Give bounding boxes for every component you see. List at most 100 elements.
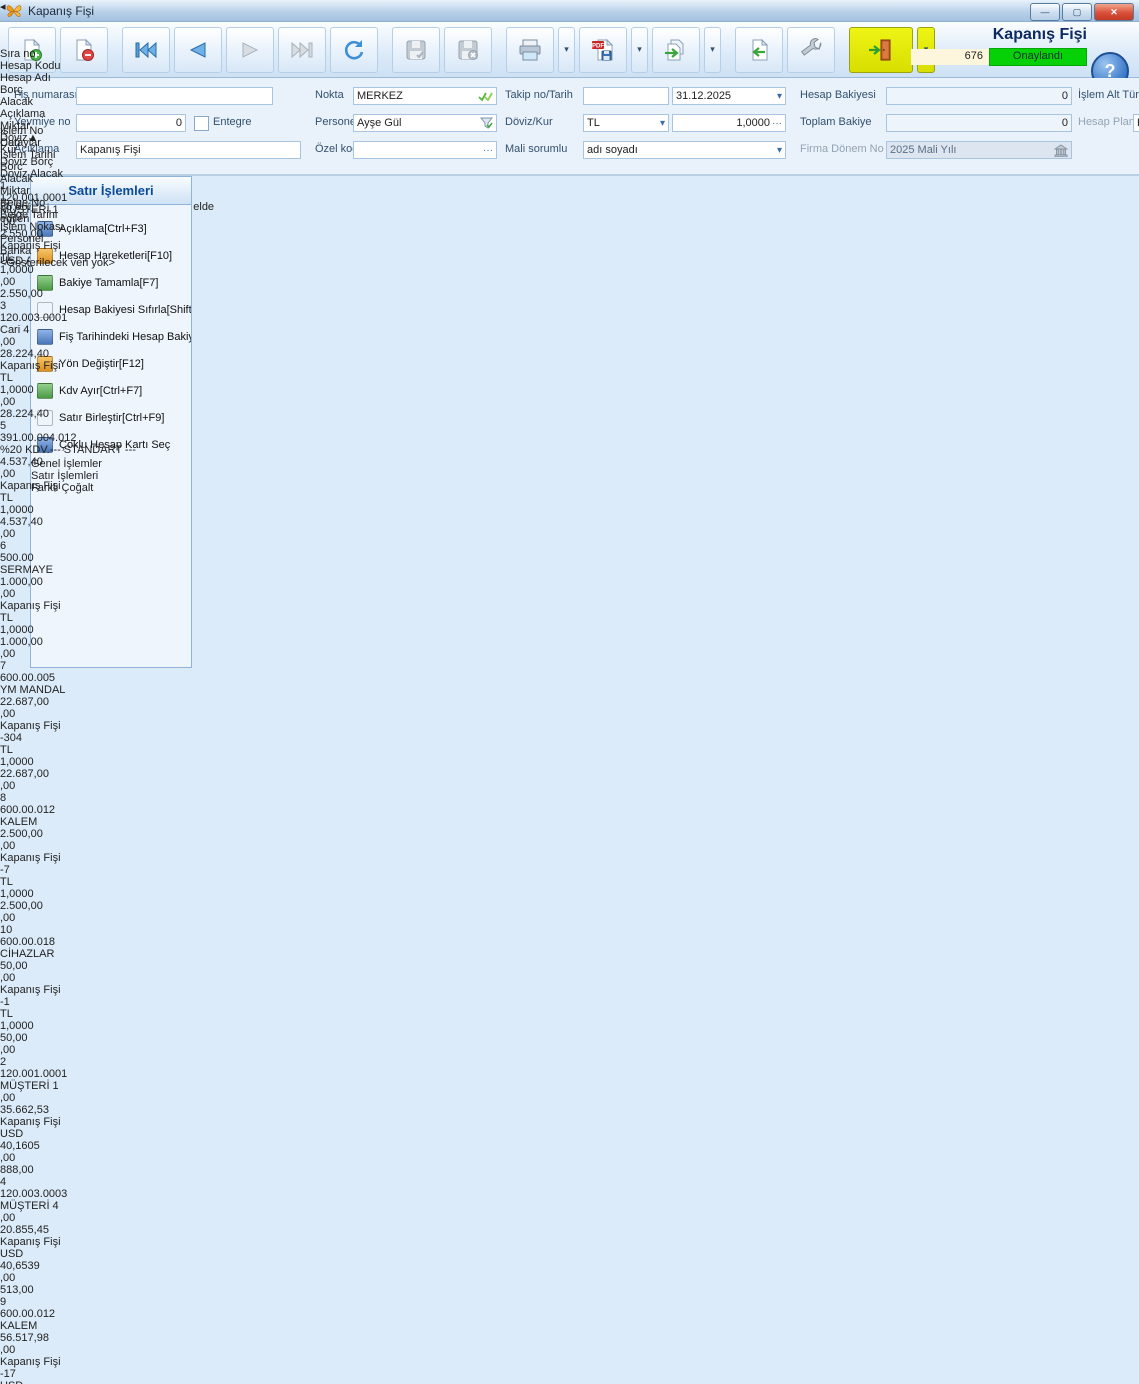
toolbar: ▾ PDF ▾ ▾ [0, 22, 1139, 78]
details-column-header[interactable]: Borc [0, 161, 115, 173]
cell: USD [0, 1248, 136, 1260]
cell: ,00 [0, 468, 136, 480]
cell: 20.855,45 [0, 1224, 136, 1236]
save-button[interactable] [392, 27, 440, 73]
details-column-header[interactable]: İşlem No [0, 125, 115, 137]
cell: TL [0, 876, 136, 888]
cell: 2.500,00 [0, 900, 136, 912]
previous-record-button[interactable] [174, 27, 222, 73]
table-row[interactable]: 9600.00.012KALEM56.517,98,00Kapanış Fişi… [0, 1296, 136, 1384]
chevron-down-icon[interactable]: ▾ [777, 145, 782, 156]
empty-data-text: <Gösterilecek veri yok> [0, 257, 115, 269]
cell: %20 KDV.--- STANDART --- [0, 444, 136, 456]
grid-column-header[interactable]: Hesap Kodu [0, 60, 136, 72]
table-row[interactable]: 4120.003.0003MÜŞTERİ 4,0020.855,45Kapanı… [0, 1176, 136, 1296]
minimize-button[interactable]: — [1030, 3, 1060, 21]
chevron-down-icon[interactable]: ▾ [660, 118, 665, 129]
cell: Kapanış Fişi [0, 852, 136, 864]
details-column-header[interactable]: Belge No [0, 197, 115, 209]
details-column-header[interactable]: İşlem Nokası [0, 221, 115, 233]
grid-column-header[interactable]: Hesap Adı [0, 72, 136, 84]
grid-column-header[interactable]: Sıra no [0, 48, 136, 60]
table-row[interactable]: 10600.00.018CİHAZLAR50,00,00Kapanış Fişi… [0, 924, 136, 1056]
maximize-button[interactable]: ▢ [1062, 3, 1092, 21]
close-button[interactable]: ✕ [1094, 3, 1134, 21]
chevron-down-icon[interactable]: ▾ [777, 91, 782, 102]
cell: 600.00.018 [0, 936, 136, 948]
personnel-picker-icon[interactable] [480, 117, 493, 129]
cell: 40,6539 [0, 1260, 136, 1272]
details-grid-body: <Gösterilecek veri yok> [0, 257, 115, 269]
cell: Kapanış Fişi [0, 1356, 136, 1368]
ellipsis-icon[interactable]: ··· [483, 145, 493, 156]
cell: Kapanış Fişi [0, 480, 136, 492]
cell: ,00 [0, 1044, 136, 1056]
takip-date-input[interactable]: 31.12.2025▾ [672, 87, 786, 105]
table-row[interactable]: 3120.003.0001Cari 4,0028.224,40Kapanış F… [0, 300, 136, 420]
takip-no-input[interactable] [583, 87, 669, 105]
hesap-plani-input[interactable]: H [1133, 114, 1139, 132]
last-record-button[interactable] [278, 27, 326, 73]
details-column-header[interactable]: Personel [0, 233, 115, 245]
ellipsis-icon[interactable]: ··· [772, 118, 782, 129]
mali-sorumlu-select[interactable]: adı soyadı▾ [583, 141, 786, 159]
save-close-button[interactable] [444, 27, 492, 73]
table-row[interactable]: 8600.00.012KALEM2.500,00,00Kapanış Fişi-… [0, 792, 136, 924]
print-button[interactable] [506, 27, 554, 73]
table-row[interactable]: 2120.001.0001MÜŞTERİ 1,0035.662,53Kapanı… [0, 1056, 136, 1176]
kur-input[interactable]: 1,0000··· [672, 114, 786, 132]
cell: ,00 [0, 912, 136, 924]
cell: KALEM [0, 1320, 136, 1332]
refresh-button[interactable] [330, 27, 378, 73]
pdf-dropdown-button[interactable]: ▾ [631, 27, 648, 73]
cell: TL [0, 492, 136, 504]
details-column-header[interactable]: Banka [0, 245, 115, 257]
details-column-header[interactable]: Miktar [0, 185, 115, 197]
table-row[interactable]: 7600.00.005YM MANDAL22.687,00,00Kapanış … [0, 660, 136, 792]
copy-dropdown-button[interactable]: ▾ [704, 27, 721, 73]
cell: SERMAYE [0, 564, 136, 576]
cell: -1 [0, 996, 136, 1008]
next-record-button[interactable] [226, 27, 274, 73]
chevron-down-icon: ▾ [564, 44, 569, 55]
details-grid: İşlem NoCariİşlem TarihiBorcAlacakMiktar… [0, 125, 115, 269]
splitter-collapse-icon[interactable]: ◂ [0, 0, 6, 13]
cell: 56.517,98 [0, 1332, 136, 1344]
doviz-select[interactable]: TL▾ [583, 114, 669, 132]
entegre-checkbox[interactable] [194, 116, 209, 131]
cell: ,00 [0, 708, 136, 720]
grid-column-header[interactable]: Borç [0, 84, 136, 96]
details-column-header[interactable]: İşlem Tarihi [0, 149, 115, 161]
cell: USD [0, 1128, 136, 1140]
ozel-kod-input[interactable]: ··· [353, 141, 497, 159]
pdf-save-icon: PDF [590, 38, 616, 62]
details-column-header[interactable]: Cari [0, 137, 115, 149]
personel-input[interactable]: Ayşe Gül [353, 114, 497, 132]
copy-transfer-button[interactable] [652, 27, 700, 73]
nokta-input[interactable]: MERKEZ [353, 87, 497, 105]
import-document-icon [747, 38, 771, 62]
cell: YM MANDAL [0, 684, 136, 696]
settings-button[interactable] [787, 27, 835, 73]
mali-sorumlu-label: Mali sorumlu [505, 143, 567, 155]
toplam-bakiye-field: 0 [886, 114, 1072, 132]
cell: ,00 [0, 972, 136, 984]
window-title: Kapanış Fişi [28, 4, 94, 18]
svg-text:PDF: PDF [592, 43, 604, 49]
exit-button[interactable] [849, 27, 913, 73]
details-column-header[interactable]: Alacak [0, 173, 115, 185]
cell: 28.224,40 [0, 348, 136, 360]
save-close-icon [456, 38, 480, 62]
import-button[interactable] [735, 27, 783, 73]
table-row[interactable]: 6500.00SERMAYE1.000,00,00Kapanış FişiTL1… [0, 540, 136, 660]
cell: 8 [0, 792, 136, 804]
status-badge: Onaylandı [989, 48, 1087, 66]
cell: 2.500,00 [0, 828, 136, 840]
print-dropdown-button[interactable]: ▾ [558, 27, 575, 73]
details-column-header[interactable]: Belge Tarihi [0, 209, 115, 221]
pdf-export-button[interactable]: PDF [579, 27, 627, 73]
grid-column-header[interactable]: Açıklama [0, 108, 136, 120]
grid-column-header[interactable]: Alacak [0, 96, 136, 108]
cell: 120.003.0003 [0, 1188, 136, 1200]
table-row[interactable]: 5391.00.004.012%20 KDV.--- STANDART ---4… [0, 420, 136, 540]
